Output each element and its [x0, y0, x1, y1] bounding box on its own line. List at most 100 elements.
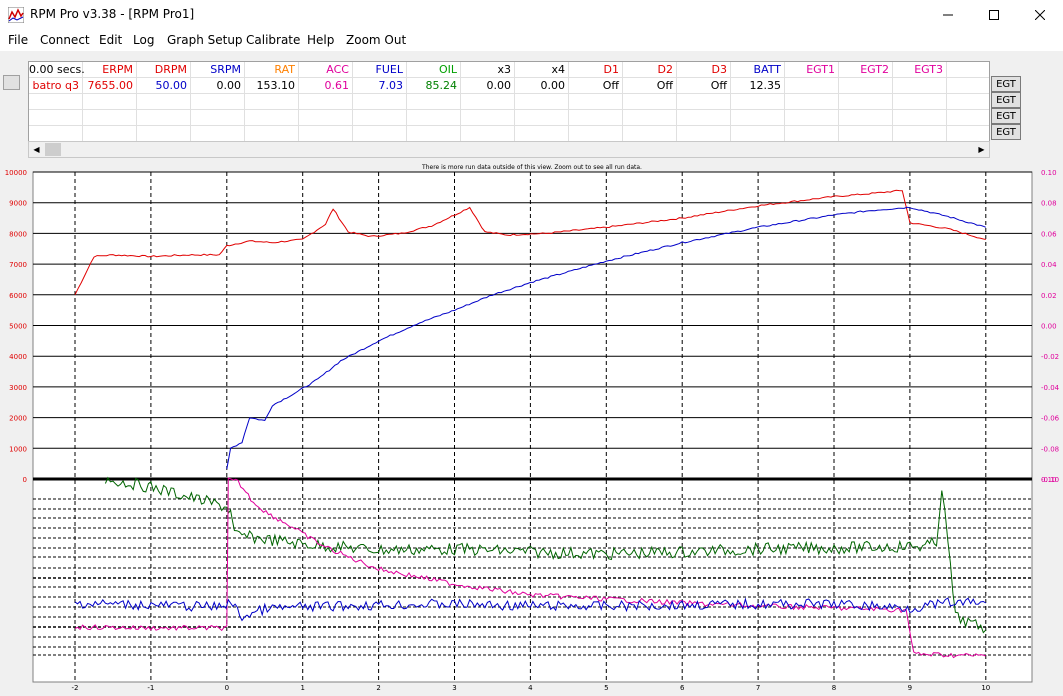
column-header-srpm[interactable]: SRPM — [191, 63, 241, 76]
scroll-right-icon[interactable]: ▶ — [974, 142, 989, 157]
column-header-x4[interactable]: x4 — [515, 63, 565, 76]
grid-row-line — [29, 77, 989, 78]
column-value: 50.00 — [155, 79, 188, 92]
x-axis-tick-label: 1 — [300, 684, 304, 692]
x-axis-tick-label: 10 — [981, 684, 990, 692]
column-value: batro q3 — [32, 79, 79, 92]
horizontal-scrollbar[interactable]: ◀ ▶ — [28, 141, 990, 158]
window-title: RPM Pro v3.38 - [RPM Pro1] — [30, 7, 195, 21]
column-header-egt3[interactable]: EGT3 — [893, 63, 943, 76]
column-header-acc[interactable]: ACC — [299, 63, 349, 76]
scroll-thumb[interactable] — [45, 143, 61, 156]
y-axis-tick-label: 1000 — [9, 445, 27, 453]
x-axis-tick-label: 2 — [376, 684, 380, 692]
column-header-drpm[interactable]: DRPM — [137, 63, 187, 76]
right-axis-tick-label: 0.00 — [1041, 323, 1057, 331]
app-icon — [8, 7, 24, 23]
grid-row-line — [29, 93, 989, 94]
channel-grid: 0.00 secs. batro q3 ERPM 7655.00 DRPM 50.00 SR… — [28, 61, 990, 143]
column-header-x3[interactable]: x3 — [461, 63, 511, 76]
right-axis-tick-label: -0.02 — [1041, 353, 1059, 361]
column-header-rat[interactable]: RAT — [245, 63, 295, 76]
column-header-oil[interactable]: OIL — [407, 63, 457, 76]
menu-zoom-out[interactable]: Zoom Out — [346, 33, 406, 47]
column-header-egt2[interactable]: EGT2 — [839, 63, 889, 76]
x-axis-tick-label: 8 — [832, 684, 836, 692]
x-axis-tick-label: 6 — [680, 684, 685, 692]
y-axis-tick-label: 0 — [23, 476, 27, 484]
data-panel: 0.00 secs. batro q3 ERPM 7655.00 DRPM 50.00 SR… — [0, 51, 1063, 162]
x-axis-tick-label: 5 — [604, 684, 608, 692]
x-axis-tick-label: 0 — [225, 684, 229, 692]
right-axis-tick-label: 0.08 — [1041, 200, 1057, 208]
column-header-batt[interactable]: BATT — [731, 63, 781, 76]
close-button[interactable] — [1017, 0, 1063, 30]
column-header-egt1[interactable]: EGT1 — [785, 63, 835, 76]
right-axis-tick-label: -0.08 — [1041, 445, 1059, 453]
x-axis-tick-label: 7 — [756, 684, 760, 692]
grid-row-line — [29, 109, 989, 110]
y-axis-tick-label: 10000 — [5, 169, 27, 177]
graph-notice: There is more run data outside of this v… — [421, 164, 642, 171]
right-axis-tick-label: -0.06 — [1041, 415, 1060, 423]
run-graph[interactable]: There is more run data outside of this v… — [0, 162, 1063, 696]
column-value: Off — [656, 79, 673, 92]
column-value: 85.24 — [425, 79, 458, 92]
column-header-0-00-secs-[interactable]: 0.00 secs. — [29, 63, 85, 76]
column-value: 0.00 — [216, 79, 242, 92]
right-axis-tick-label: 0.06 — [1041, 230, 1057, 238]
y-axis-tick-label: 9000 — [9, 200, 27, 208]
column-value: 12.35 — [749, 79, 782, 92]
menu-log[interactable]: Log — [133, 33, 154, 47]
menu-edit[interactable]: Edit — [99, 33, 122, 47]
egt-button-1[interactable]: EGT — [991, 76, 1021, 92]
x-axis-tick-label: 9 — [908, 684, 912, 692]
column-header-d3[interactable]: D3 — [677, 63, 727, 76]
right-axis-tick-label: 0.04 — [1041, 261, 1057, 269]
row-select-button[interactable] — [3, 75, 20, 90]
column-header-e[interactable]: E — [947, 63, 989, 76]
maximize-button[interactable] — [971, 0, 1017, 30]
column-header-d2[interactable]: D2 — [623, 63, 673, 76]
menu-connect[interactable]: Connect — [40, 33, 90, 47]
y-axis-tick-label: 2000 — [9, 415, 27, 423]
column-header-erpm[interactable]: ERPM — [83, 63, 133, 76]
column-value: 153.10 — [256, 79, 296, 92]
column-value: 0.00 — [486, 79, 512, 92]
title-bar: RPM Pro v3.38 - [RPM Pro1] — [0, 0, 1063, 30]
close-icon — [1035, 10, 1045, 20]
column-header-fuel[interactable]: FUEL — [353, 63, 403, 76]
egt-button-3[interactable]: EGT — [991, 108, 1021, 124]
grid-row-line — [29, 125, 989, 126]
menu-bar: File Connect Edit Log Graph Setup Calibr… — [0, 30, 1063, 51]
y-axis-tick-label: 4000 — [9, 353, 27, 361]
column-header-d1[interactable]: D1 — [569, 63, 619, 76]
menu-help[interactable]: Help — [307, 33, 334, 47]
right-axis-tick-label: 0.02 — [1041, 292, 1057, 300]
column-value: 7655.00 — [87, 79, 134, 92]
x-axis-tick-label: -1 — [147, 684, 154, 692]
maximize-icon — [989, 10, 999, 20]
minimize-button[interactable] — [925, 0, 971, 30]
menu-calibrate[interactable]: Calibrate — [246, 33, 300, 47]
egt-button-4[interactable]: EGT — [991, 124, 1021, 140]
egt-button-2[interactable]: EGT — [991, 92, 1021, 108]
y-axis-tick-label: 3000 — [9, 384, 27, 392]
column-value: Off — [710, 79, 727, 92]
column-value: 0.61 — [324, 79, 350, 92]
right-axis-bottom-label: 0.10 — [1041, 476, 1057, 484]
x-axis-tick-label: 3 — [452, 684, 456, 692]
x-axis-tick-label: -2 — [72, 684, 79, 692]
right-axis-tick-label: -0.04 — [1041, 384, 1060, 392]
menu-graph-setup[interactable]: Graph Setup — [167, 33, 243, 47]
y-axis-tick-label: 5000 — [9, 323, 27, 331]
x-axis-tick-label: 4 — [528, 684, 533, 692]
column-value: 7.03 — [378, 79, 404, 92]
right-axis-tick-label: 0.10 — [1041, 169, 1057, 177]
menu-file[interactable]: File — [8, 33, 28, 47]
column-value: Off — [602, 79, 619, 92]
y-axis-tick-label: 7000 — [9, 261, 27, 269]
scroll-left-icon[interactable]: ◀ — [29, 142, 44, 157]
y-axis-tick-label: 6000 — [9, 292, 27, 300]
y-axis-tick-label: 8000 — [9, 230, 27, 238]
